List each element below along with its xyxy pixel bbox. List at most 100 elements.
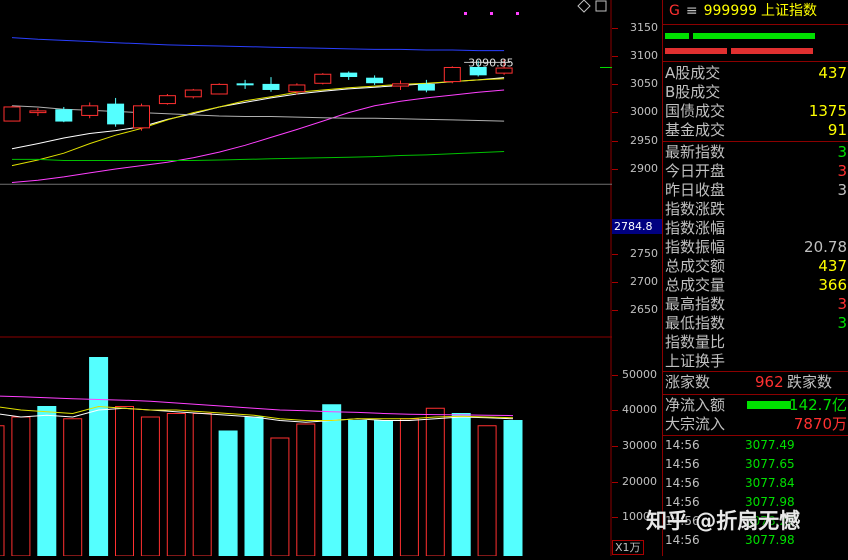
tick-time: 14:56 [665, 457, 700, 471]
fund-turnover-row: 基金成交 91 [665, 121, 847, 140]
ma-line-green [12, 151, 505, 161]
candle-body [133, 105, 150, 129]
bond-turnover-row: 国债成交 1375 [665, 102, 847, 121]
tick-row[interactable]: 14:56 3077.84 [665, 475, 847, 492]
price-tick-label: 3050 [630, 77, 658, 90]
quote-value: 3 [837, 314, 847, 332]
net-inflow-label: 净流入额 [665, 396, 726, 414]
volume-bar [244, 416, 264, 557]
quote-row: 总成交量 366 [665, 276, 847, 295]
axis-tick [612, 517, 618, 518]
quote-row: 总成交额 437 [665, 257, 847, 276]
volume-bar [399, 418, 419, 557]
quote-label: 最低指数 [665, 314, 726, 332]
quote-label: 总成交量 [665, 276, 726, 294]
tick-row[interactable]: 14:56 3077.49 [665, 437, 847, 454]
kline-chart[interactable]: 3090.85 [0, 0, 612, 557]
price-tick-label: 3150 [630, 21, 658, 34]
quote-label: 上证换手 [665, 352, 726, 370]
divider [663, 61, 848, 62]
block-inflow-label: 大宗流入 [665, 415, 726, 433]
ma-line-magenta [11, 89, 505, 183]
quote-label: 今日开盘 [665, 162, 726, 180]
volume-bar [425, 407, 445, 557]
candle-body [366, 77, 384, 84]
axis-tick [612, 482, 618, 483]
quote-row: 指数涨跌 [665, 200, 847, 219]
volume-bar [451, 413, 471, 557]
quote-row: 指数涨幅 [665, 219, 847, 238]
green-strength-bar [665, 33, 689, 39]
divider [663, 394, 848, 395]
a-share-turnover-row: A股成交 437 [665, 64, 847, 83]
security-header[interactable]: G ≡ 999999 上证指数 [663, 0, 848, 25]
current-price-marker: 2784.8 [612, 219, 662, 234]
candle-body [184, 89, 202, 98]
red-strength-bar [665, 48, 727, 54]
toolbar-dot-icon [490, 12, 493, 15]
candle-body [81, 105, 99, 116]
volume-bar [89, 357, 109, 557]
volume-bar [503, 420, 523, 557]
quote-row: 最高指数 3 [665, 295, 847, 314]
price-tick-label: 2950 [630, 134, 658, 147]
quote-row: 指数振幅 20.78 [665, 238, 847, 257]
advancers-label: 涨家数 [665, 373, 711, 391]
breadth-row: 涨家数 962 跌家数 [665, 373, 847, 392]
quote-label: 最高指数 [665, 295, 726, 313]
row-label: A股成交 [665, 64, 721, 82]
candle-body [288, 84, 306, 93]
candle-body [236, 83, 254, 86]
axis-tick [612, 56, 618, 57]
volume-bar [296, 423, 316, 557]
quote-row: 今日开盘 3 [665, 162, 847, 181]
volume-bar [166, 413, 186, 557]
divider [663, 435, 848, 436]
quote-row: 上证换手 [665, 352, 847, 371]
security-code: 999999 [703, 3, 758, 19]
volume-bar [218, 430, 238, 557]
price-tick-label: 2900 [630, 162, 658, 175]
volume-bar [115, 406, 134, 557]
red-strength-bar [731, 48, 813, 54]
axis-tick [612, 141, 618, 142]
quote-value: 3 [837, 143, 847, 161]
volume-bar [270, 437, 290, 557]
watermark: 知乎 @折扇无憾 [646, 509, 801, 533]
max-price-label: 3090.85 [468, 56, 513, 69]
volume-unit-label: X1万 [612, 540, 644, 555]
volume-tick-label: 30000 [622, 439, 657, 452]
price-tick-label: 3100 [630, 49, 658, 62]
b-share-turnover-row: B股成交 [665, 83, 847, 102]
candle-body [55, 109, 73, 122]
candle-body [443, 66, 461, 83]
ma-line-blue [11, 37, 505, 52]
toolbar-dot-icon [516, 12, 519, 15]
price-tick-label: 2650 [630, 303, 658, 316]
volume-bar [11, 416, 31, 557]
candle-body [158, 95, 176, 105]
price-tick-label: 3000 [630, 105, 658, 118]
volume-tick-label: 50000 [622, 368, 657, 381]
candle-body [262, 83, 280, 90]
volume-tick-label: 40000 [622, 403, 657, 416]
axis-tick [612, 446, 618, 447]
divider [663, 371, 848, 372]
axis-tick [612, 375, 618, 376]
quote-label: 指数振幅 [665, 238, 726, 256]
axis-tick [612, 310, 618, 311]
tick-time: 14:56 [665, 476, 700, 490]
row-value: 437 [818, 64, 847, 82]
volume-bar [477, 425, 497, 557]
chart-area[interactable]: 3090.85 [0, 0, 612, 557]
menu-icon[interactable]: ≡ [680, 3, 698, 19]
quote-label: 指数涨跌 [665, 200, 726, 218]
quote-value: 366 [818, 276, 847, 294]
volume-tick-label: 20000 [622, 475, 657, 488]
quote-value: 3 [837, 162, 847, 180]
net-inflow-row: 净流入额 -142.7亿 [665, 396, 847, 415]
tick-row[interactable]: 14:56 3077.65 [665, 456, 847, 473]
tick-price: 3077.84 [745, 476, 795, 490]
toolbar-dot-icon [464, 12, 467, 15]
divider [663, 141, 848, 142]
